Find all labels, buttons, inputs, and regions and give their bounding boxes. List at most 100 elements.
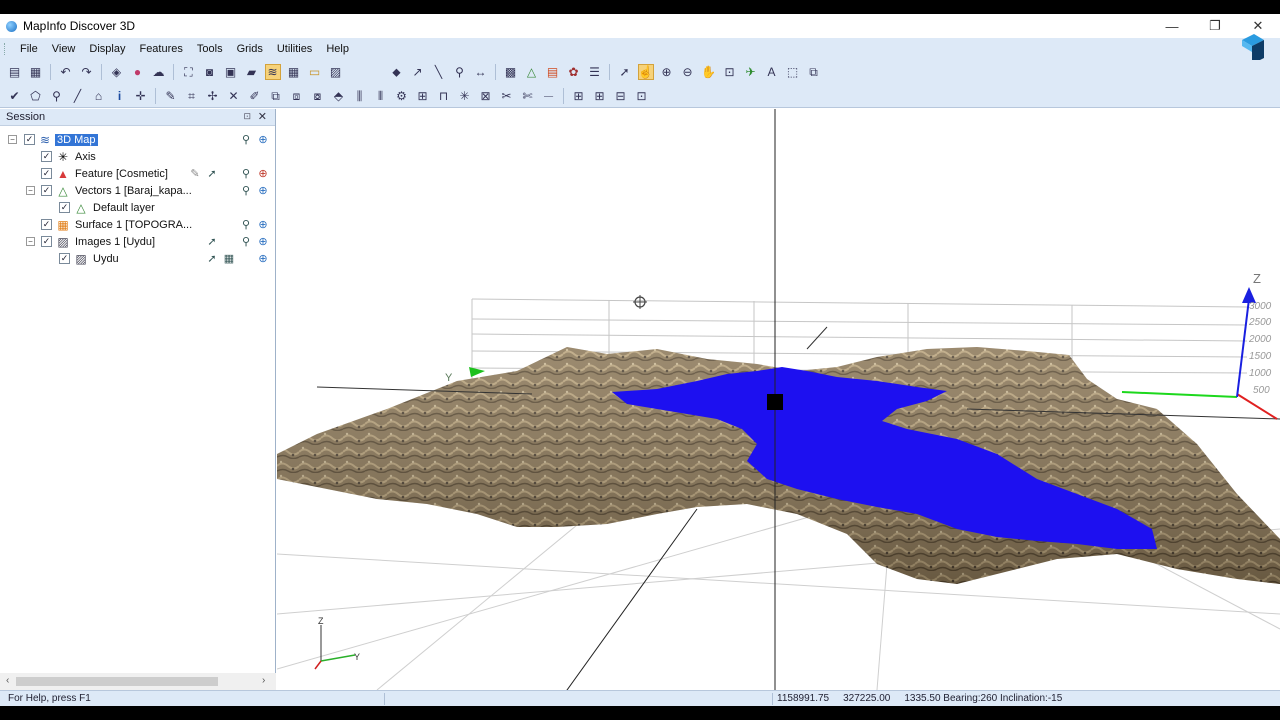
- tree-row-images-1[interactable]: − ✓ ▨ Images 1 [Uydu] ➚ ⚲ ⊕: [0, 233, 276, 250]
- distribute-icon[interactable]: ⫴: [373, 88, 389, 104]
- visibility-checkbox[interactable]: ✓: [41, 236, 52, 247]
- globe-icon[interactable]: ⊕: [256, 235, 270, 249]
- info-icon[interactable]: i: [112, 88, 128, 104]
- globe-icon[interactable]: ⊕: [256, 184, 270, 198]
- shape-icon[interactable]: ⬠: [28, 88, 44, 104]
- pin-tool-icon[interactable]: ⚲: [452, 64, 468, 80]
- split-icon[interactable]: ⧈: [289, 88, 305, 104]
- check-icon[interactable]: ✔: [7, 88, 23, 104]
- edit-pencil-icon[interactable]: ✎: [188, 167, 202, 181]
- select-arrow-icon[interactable]: ➚: [617, 64, 633, 80]
- table-grid-icon[interactable]: ⊞: [571, 88, 587, 104]
- menu-grids[interactable]: Grids: [230, 43, 270, 55]
- visibility-checkbox[interactable]: ✓: [59, 202, 70, 213]
- grid-icon[interactable]: ⊞: [415, 88, 431, 104]
- scissors-icon[interactable]: ✂: [499, 88, 515, 104]
- rgb-icon[interactable]: ✿: [566, 64, 582, 80]
- buffer-icon[interactable]: ⬘: [331, 88, 347, 104]
- lighting-icon[interactable]: ☁: [151, 64, 167, 80]
- globe-icon[interactable]: ⊕: [256, 252, 270, 266]
- align-icon[interactable]: ⫼: [352, 88, 368, 104]
- collapse-icon[interactable]: −: [26, 186, 35, 195]
- polygon-icon[interactable]: △: [524, 64, 540, 80]
- combine-icon[interactable]: ⧉: [268, 88, 284, 104]
- gear-icon[interactable]: ⚙: [394, 88, 410, 104]
- zoom-extents-icon[interactable]: ⛶: [181, 64, 197, 80]
- zoom-to-layer-icon[interactable]: ⚲: [239, 184, 253, 198]
- collapse-icon[interactable]: −: [8, 135, 17, 144]
- camera-icon[interactable]: ◙: [202, 64, 218, 80]
- table-grid-3-icon[interactable]: ⊟: [613, 88, 629, 104]
- visibility-checkbox[interactable]: ✓: [59, 253, 70, 264]
- zoom-to-layer-icon[interactable]: ⚲: [239, 133, 253, 147]
- export-image-icon[interactable]: ▣: [223, 64, 239, 80]
- tree-row-vectors-1[interactable]: − ✓ △ Vectors 1 [Baraj_kapa... ⚲ ⊕: [0, 182, 276, 199]
- globe-icon[interactable]: ⊕: [256, 218, 270, 232]
- erase-icon[interactable]: ⧇: [310, 88, 326, 104]
- minimize-button[interactable]: —: [1152, 14, 1192, 38]
- 3d-map-viewport[interactable]: Y Z 3000 2500 2000 1500 1000 500 Z Y: [277, 109, 1280, 690]
- color-wheel-icon[interactable]: ●: [130, 64, 146, 80]
- tree-row-axis[interactable]: ✓ ✳ Axis: [0, 148, 276, 165]
- menu-tools[interactable]: Tools: [190, 43, 230, 55]
- raster-icon[interactable]: ▤: [545, 64, 561, 80]
- region-icon[interactable]: ⌂: [91, 88, 107, 104]
- text-icon[interactable]: A: [764, 64, 780, 80]
- add-layer-icon[interactable]: ◈: [109, 64, 125, 80]
- windows-icon[interactable]: ⧉: [806, 64, 822, 80]
- zoom-out-icon[interactable]: ⊖: [680, 64, 696, 80]
- visibility-checkbox[interactable]: ✓: [41, 185, 52, 196]
- picture-icon[interactable]: ▩: [503, 64, 519, 80]
- pencil-icon[interactable]: ✎: [163, 88, 179, 104]
- collapse-icon[interactable]: −: [26, 237, 35, 246]
- trim-icon[interactable]: ✄: [520, 88, 536, 104]
- table-grid-2-icon[interactable]: ⊞: [592, 88, 608, 104]
- open-icon[interactable]: ▤: [7, 64, 23, 80]
- tree-row-3d-map[interactable]: − ✓ ≋ 3D Map ⚲ ⊕: [0, 131, 276, 148]
- tree-row-default-layer[interactable]: ✓ △ Default layer: [0, 199, 276, 216]
- frame-icon[interactable]: ⬚: [785, 64, 801, 80]
- restore-button[interactable]: ❐: [1195, 14, 1235, 38]
- tree-row-feature-cosmetic[interactable]: ✓ ▲ Feature [Cosmetic] ✎ ➚ ⚲ ⊕: [0, 165, 276, 182]
- menu-grip[interactable]: [4, 43, 7, 55]
- session-close-button[interactable]: ✕: [258, 110, 267, 123]
- pan-hand-icon[interactable]: ✋: [701, 64, 717, 80]
- add-node-icon[interactable]: ✢: [205, 88, 221, 104]
- selectable-arrow-icon[interactable]: ➚: [205, 252, 219, 266]
- horizontal-scrollbar[interactable]: ‹ ›: [0, 673, 276, 690]
- point-icon[interactable]: ⚲: [49, 88, 65, 104]
- menu-file[interactable]: File: [13, 43, 45, 55]
- tree-row-uydu[interactable]: ✓ ▨ Uydu ➚ ▦ ⊕: [0, 250, 276, 267]
- scene-center-marker[interactable]: [767, 394, 783, 410]
- visibility-checkbox[interactable]: ✓: [24, 134, 35, 145]
- line-icon[interactable]: ╲: [431, 64, 447, 80]
- tree-row-surface-1[interactable]: ✓ ▦ Surface 1 [TOPOGRA... ⚲ ⊕: [0, 216, 276, 233]
- menu-utilities[interactable]: Utilities: [270, 43, 319, 55]
- export-table-icon[interactable]: ⊡: [634, 88, 650, 104]
- attribute-table-icon[interactable]: ▦: [222, 252, 236, 266]
- pin-icon[interactable]: ⊡: [243, 111, 251, 122]
- delete-node-icon[interactable]: ✕: [226, 88, 242, 104]
- crosshair-icon[interactable]: ✛: [133, 88, 149, 104]
- arrow-line-icon[interactable]: ↗: [410, 64, 426, 80]
- zoom-to-layer-icon[interactable]: ⚲: [239, 218, 253, 232]
- menu-help[interactable]: Help: [319, 43, 356, 55]
- globe-icon[interactable]: ⊕: [256, 133, 270, 147]
- lock-icon[interactable]: ⊓: [436, 88, 452, 104]
- layer-control-icon[interactable]: ≋: [264, 64, 281, 80]
- menu-display[interactable]: Display: [82, 43, 132, 55]
- selectable-arrow-icon[interactable]: ➚: [205, 235, 219, 249]
- scrollbar-thumb[interactable]: [16, 677, 218, 686]
- measure-icon[interactable]: ↔: [473, 64, 489, 80]
- surface-tool-icon[interactable]: ▰: [244, 64, 260, 80]
- globe-icon[interactable]: ⊕: [256, 167, 270, 181]
- menu-features[interactable]: Features: [132, 43, 189, 55]
- image-tool-icon[interactable]: ▨: [328, 64, 344, 80]
- legend-icon[interactable]: ☰: [587, 64, 603, 80]
- node-edit-icon[interactable]: ⌗: [184, 88, 200, 104]
- undo-icon[interactable]: ↶: [58, 64, 74, 80]
- visibility-checkbox[interactable]: ✓: [41, 168, 52, 179]
- visibility-checkbox[interactable]: ✓: [41, 151, 52, 162]
- zoom-window-icon[interactable]: ⊡: [722, 64, 738, 80]
- brush-icon[interactable]: ✐: [247, 88, 263, 104]
